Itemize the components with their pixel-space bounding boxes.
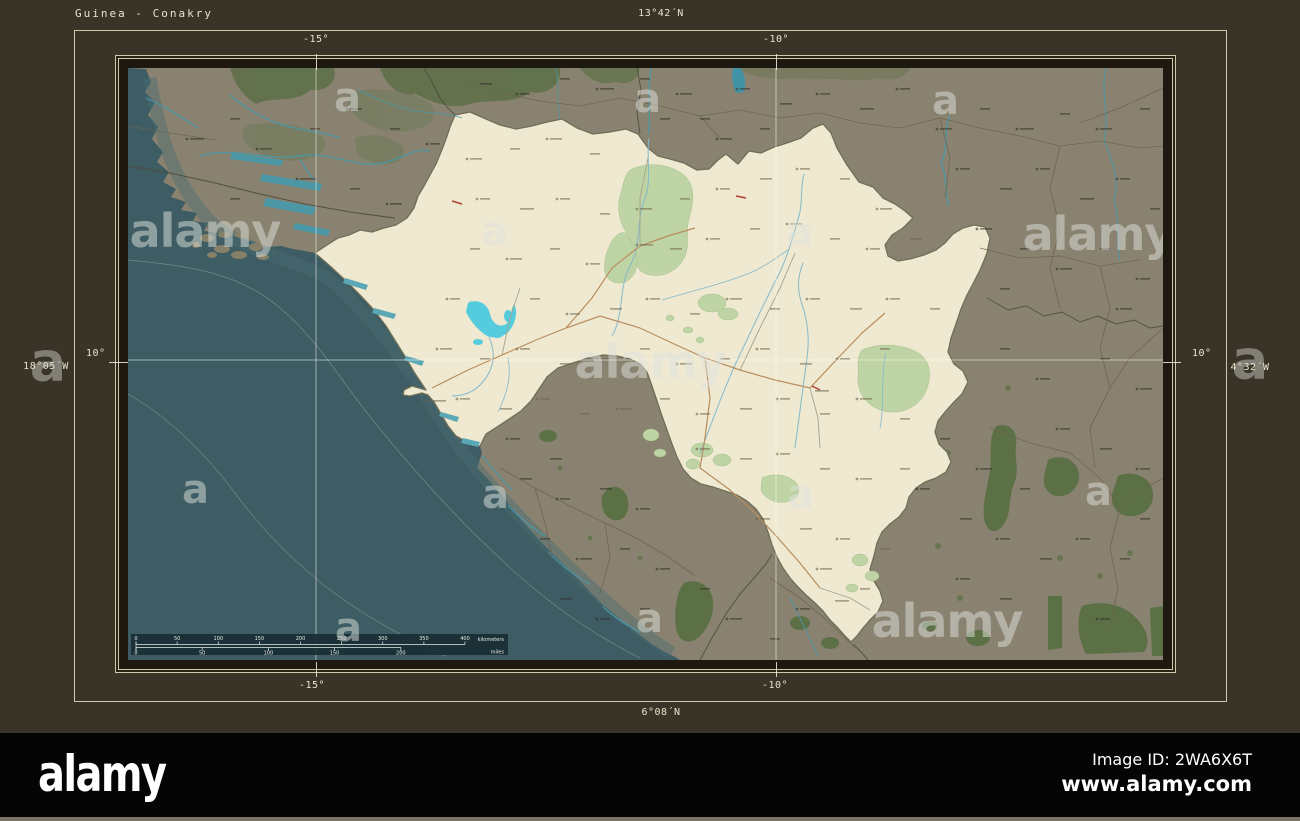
svg-text:50: 50 <box>199 651 205 657</box>
graticule-label-top-east: -10° <box>762 34 790 45</box>
svg-text:alamy: alamy <box>872 594 1024 648</box>
svg-text:a: a <box>335 605 361 651</box>
svg-text:0: 0 <box>134 636 137 642</box>
graticule-label-left: 10° <box>86 348 106 359</box>
image-id-text: Image ID: 2WA6X6T <box>1092 750 1252 769</box>
watermark-letter-left-margin: a <box>29 330 67 394</box>
watermark-letter-right-margin: a <box>1231 328 1269 392</box>
svg-text:a: a <box>636 596 662 642</box>
svg-text:0: 0 <box>134 651 137 657</box>
alamy-url-text: www.alamy.com <box>1061 772 1252 796</box>
svg-text:a: a <box>182 467 208 513</box>
svg-text:a: a <box>482 472 508 518</box>
svg-text:alamy: alamy <box>575 335 727 389</box>
graticule-tick <box>1163 362 1181 363</box>
north-edge-latitude-label: 13°42´N <box>638 8 684 19</box>
svg-text:a: a <box>481 209 507 255</box>
scale-bar: 0 50 100 150 200 250 300 350 400 kilometers0 50 100… <box>131 634 508 657</box>
svg-text:a: a <box>787 472 813 518</box>
svg-text:miles: miles <box>491 650 505 656</box>
graticule-tick <box>776 662 777 677</box>
svg-text:kilometers: kilometers <box>478 637 505 643</box>
topographic-map-guinea: 0 50 100 150 200 250 300 350 400 kilometers0 50 100… <box>128 68 1163 660</box>
svg-text:150: 150 <box>255 636 265 642</box>
svg-text:300: 300 <box>378 636 388 642</box>
svg-text:a: a <box>334 75 360 121</box>
svg-text:100: 100 <box>264 651 274 657</box>
svg-text:a: a <box>932 78 958 124</box>
graticule-tick <box>316 662 317 677</box>
svg-text:a: a <box>1085 469 1111 515</box>
svg-text:a: a <box>786 209 812 255</box>
svg-text:350: 350 <box>419 636 429 642</box>
alamy-logo: alamy <box>38 745 167 803</box>
svg-text:alamy: alamy <box>1023 207 1163 261</box>
alamy-footer-bar: alamy Image ID: 2WA6X6T www.alamy.com <box>0 733 1300 817</box>
svg-text:100: 100 <box>213 636 223 642</box>
svg-text:alamy: alamy <box>130 204 282 258</box>
graticule-tick <box>776 54 777 70</box>
graticule-tick <box>316 54 317 70</box>
graticule-label-bottom-west: -15° <box>298 680 326 691</box>
svg-text:150: 150 <box>330 651 340 657</box>
bottom-edge-strip <box>0 817 1300 821</box>
svg-text:200: 200 <box>396 651 406 657</box>
graticule-label-bottom-east: -10° <box>761 680 789 691</box>
graticule-tick <box>109 362 128 363</box>
svg-text:a: a <box>634 76 660 122</box>
graticule-label-top-west: -15° <box>302 34 330 45</box>
south-edge-latitude-label: 6°08´N <box>641 707 681 718</box>
map-title: Guinea - Conakry <box>75 7 213 20</box>
stock-photo-page: Guinea - Conakry 13°42´N a a -15° -10° -… <box>0 0 1300 821</box>
map-frame: 0 50 100 150 200 250 300 350 400 kilometers 0 50 100… <box>115 55 1176 673</box>
graticule-label-right: 10° <box>1192 348 1212 359</box>
svg-text:400: 400 <box>460 636 470 642</box>
svg-text:50: 50 <box>174 636 180 642</box>
svg-text:200: 200 <box>296 636 306 642</box>
